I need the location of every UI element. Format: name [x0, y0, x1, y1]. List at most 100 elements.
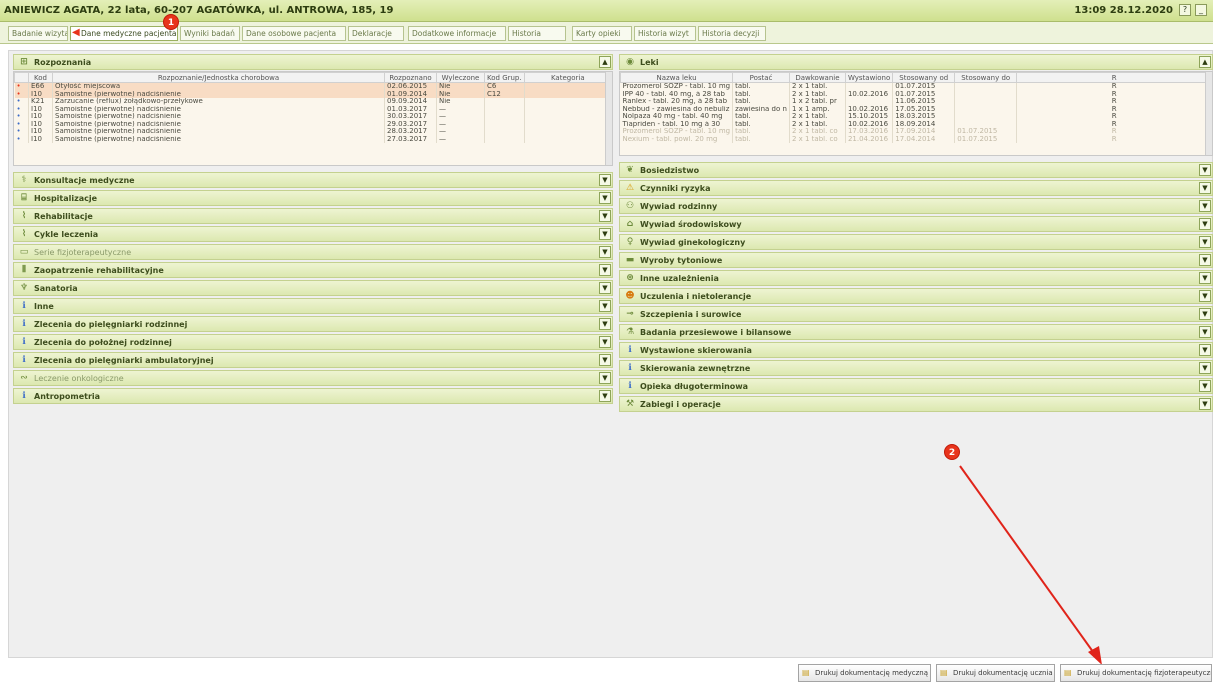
section-rehab-supply[interactable]: ⫴ Zaopatrzenie rehabilitacyjne ▼ — [13, 262, 613, 278]
print-medical-button[interactable]: ▤ Drukuj dokumentację medyczną — [798, 664, 931, 682]
tab-visit-history[interactable]: Historia wizyt — [634, 26, 696, 41]
chevron-down-icon[interactable]: ▼ — [1199, 362, 1211, 374]
chevron-down-icon[interactable]: ▼ — [1199, 326, 1211, 338]
table-row[interactable]: Nexium - tabl. powl. 20 mg tabl. 2 x 1 t… — [620, 135, 1212, 143]
chevron-down-icon[interactable]: ▼ — [1199, 344, 1211, 356]
section-family-midwife[interactable]: ℹ Zlecenia do położnej rodzinnej ▼ — [13, 334, 613, 350]
table-row[interactable]: IPP 40 - tabl. 40 mg, à 28 tab tabl. 2 x… — [620, 90, 1212, 98]
col-diagnosed[interactable]: Rozpoznano — [384, 72, 437, 83]
minimize-button[interactable]: _ — [1195, 4, 1207, 16]
col-used-from[interactable]: Stosowany od — [892, 72, 956, 83]
chevron-down-icon[interactable]: ▼ — [1199, 182, 1211, 194]
tab-personal-data[interactable]: Dane osobowe pacjenta — [242, 26, 346, 41]
tab-history[interactable]: Historia — [508, 26, 566, 41]
table-row[interactable]: • I10 Samoistne (pierwotne) nadciśnienie… — [14, 113, 612, 121]
table-row[interactable]: Prozomerol SOZP - tabl. 10 mg tabl. 2 x … — [620, 128, 1212, 136]
chevron-down-icon[interactable]: ▼ — [599, 228, 611, 240]
section-family-nurse[interactable]: ℹ Zlecenia do pielęgniarki rodzinnej ▼ — [13, 316, 613, 332]
diagnoses-scrollbar[interactable] — [605, 72, 612, 165]
chevron-down-icon[interactable]: ▼ — [1199, 254, 1211, 266]
chevron-down-icon[interactable]: ▼ — [1199, 164, 1211, 176]
section-consultations[interactable]: ⚕ Konsultacje medyczne ▼ — [13, 172, 613, 188]
chevron-down-icon[interactable]: ▼ — [599, 264, 611, 276]
table-row[interactable]: Tiapriden - tabl. 10 mg à 30 tabl. 2 x 1… — [620, 120, 1212, 128]
chevron-down-icon[interactable]: ▼ — [599, 174, 611, 186]
section-screening[interactable]: ⚗ Badania przesiewowe i bilansowe ▼ — [619, 324, 1213, 340]
print-student-button[interactable]: ▤ Drukuj dokumentację ucznia — [936, 664, 1055, 682]
tab-results[interactable]: Wyniki badań — [180, 26, 240, 41]
section-anthropometry[interactable]: ℹ Antropometria ▼ — [13, 388, 613, 404]
table-row[interactable]: • I10 Samoistne (pierwotne) nadciśnienie… — [14, 120, 612, 128]
col-code[interactable]: Kod — [28, 72, 53, 83]
chevron-down-icon[interactable]: ▼ — [1199, 218, 1211, 230]
chevron-down-icon[interactable]: ▼ — [599, 210, 611, 222]
tab-visit[interactable]: Badanie wizyta — [8, 26, 68, 41]
chevron-down-icon[interactable]: ▼ — [1199, 200, 1211, 212]
chevron-down-icon[interactable]: ▼ — [599, 372, 611, 384]
col-form[interactable]: Postać — [732, 72, 790, 83]
table-row[interactable]: • K21 Zarzucanie (reflux) żołądkowo-prze… — [14, 98, 612, 106]
table-row[interactable]: • I10 Samoistne (pierwotne) nadciśnienie… — [14, 128, 612, 136]
chevron-down-icon[interactable]: ▼ — [1199, 380, 1211, 392]
section-other[interactable]: ℹ Inne ▼ — [13, 298, 613, 314]
table-row[interactable]: Nolpaza 40 mg - tabl. 40 mg tabl. 2 x 1 … — [620, 113, 1212, 121]
tab-declarations[interactable]: Deklaracje — [348, 26, 404, 41]
tab-extra-info[interactable]: Dodatkowe informacje — [408, 26, 506, 41]
chevron-down-icon[interactable]: ▼ — [599, 300, 611, 312]
chevron-down-icon[interactable]: ▼ — [1199, 398, 1211, 410]
section-gynecology-history[interactable]: ♀ Wywiad ginekologiczny ▼ — [619, 234, 1213, 250]
section-external-referrals[interactable]: ℹ Skierowania zewnętrzne ▼ — [619, 360, 1213, 376]
section-addictions[interactable]: ⊛ Inne uzależnienia ▼ — [619, 270, 1213, 286]
chevron-down-icon[interactable]: ▼ — [599, 354, 611, 366]
section-rehabilitation[interactable]: ⌇ Rehabilitacje ▼ — [13, 208, 613, 224]
chevron-down-icon[interactable]: ▼ — [1199, 272, 1211, 284]
col-dosage[interactable]: Dawkowanie — [788, 72, 846, 83]
col-category[interactable]: Kategoria — [523, 72, 612, 83]
chevron-down-icon[interactable]: ▼ — [599, 390, 611, 402]
help-button[interactable]: ? — [1179, 4, 1191, 16]
col-r[interactable]: R — [1016, 72, 1212, 83]
section-sanatoria[interactable]: ♆ Sanatoria ▼ — [13, 280, 613, 296]
col-group-code[interactable]: Kod Grup. — [484, 72, 525, 83]
table-row[interactable]: • I10 Samoistne (pierwotne) nadciśnienie… — [14, 105, 612, 113]
col-diagnosis[interactable]: Rozpoznanie/Jednostka chorobowa — [52, 72, 385, 83]
drugs-header[interactable]: ◉ Leki ▲ — [619, 54, 1213, 70]
section-risk-factors[interactable]: ⚠ Czynniki ryzyka ▼ — [619, 180, 1213, 196]
tab-decision-history[interactable]: Historia decyzji — [698, 26, 766, 41]
col-used-to[interactable]: Stosowany do — [954, 72, 1018, 83]
diagnoses-header[interactable]: ⊞ Rozpoznania ▲ — [13, 54, 613, 70]
chevron-down-icon[interactable]: ▼ — [599, 192, 611, 204]
chevron-down-icon[interactable]: ▼ — [1199, 236, 1211, 248]
print-physio-button[interactable]: ▤ Drukuj dokumentację fizjoterapeutyczną — [1060, 664, 1212, 682]
drugs-scrollbar[interactable] — [1205, 72, 1212, 155]
chevron-down-icon[interactable]: ▼ — [599, 246, 611, 258]
section-oncology[interactable]: ∾ Leczenie onkologiczne ▼ — [13, 370, 613, 386]
col-issued[interactable]: Wystawiono — [844, 72, 894, 83]
section-procedures[interactable]: ⚒ Zabiegi i operacje ▼ — [619, 396, 1213, 412]
section-family-history[interactable]: ⚇ Wywiad rodzinny ▼ — [619, 198, 1213, 214]
tab-care-cards[interactable]: Karty opieki — [572, 26, 632, 41]
col-drug-name[interactable]: Nazwa leku — [620, 72, 734, 83]
section-vaccinations[interactable]: ⊸ Szczepienia i surowice ▼ — [619, 306, 1213, 322]
section-issued-referrals[interactable]: ℹ Wystawione skierowania ▼ — [619, 342, 1213, 358]
table-row[interactable]: • I10 Samoistne (pierwotne) nadciśnienie… — [14, 90, 612, 98]
section-treatment-cycles[interactable]: ⌇ Cykle leczenia ▼ — [13, 226, 613, 242]
section-tobacco[interactable]: ▬ Wyroby tytoniowe ▼ — [619, 252, 1213, 268]
table-row[interactable]: • E66 Otyłość miejscowa 02.06.2015 Nie C… — [14, 82, 612, 91]
chevron-down-icon[interactable]: ▼ — [599, 336, 611, 348]
tab-medical-data[interactable]: ◀ Dane medyczne pacjenta — [70, 26, 178, 41]
section-long-term-care[interactable]: ℹ Opieka długoterminowa ▼ — [619, 378, 1213, 394]
section-physio-series[interactable]: ▭ Serie fizjoterapeutyczne ▼ — [13, 244, 613, 260]
chevron-down-icon[interactable]: ▼ — [599, 318, 611, 330]
table-row[interactable]: Prozomerol SOZP - tabl. 10 mg tabl. 2 x … — [620, 82, 1212, 91]
table-row[interactable]: Ranlex - tabl. 20 mg, à 28 tab tabl. 1 x… — [620, 98, 1212, 106]
chevron-up-icon[interactable]: ▲ — [599, 56, 611, 68]
table-row[interactable]: • I10 Samoistne (pierwotne) nadciśnienie… — [14, 135, 612, 143]
chevron-down-icon[interactable]: ▼ — [599, 282, 611, 294]
section-ambulatory-nurse[interactable]: ℹ Zlecenia do pielęgniarki ambulatoryjnej… — [13, 352, 613, 368]
chevron-up-icon[interactable]: ▲ — [1199, 56, 1211, 68]
section-environment-history[interactable]: ⌂ Wywiad środowiskowy ▼ — [619, 216, 1213, 232]
table-row[interactable]: Nebbud - zawiesina do nebuliz zawiesina … — [620, 105, 1212, 113]
chevron-down-icon[interactable]: ▼ — [1199, 290, 1211, 302]
section-hospitalizations[interactable]: ⌸ Hospitalizacje ▼ — [13, 190, 613, 206]
